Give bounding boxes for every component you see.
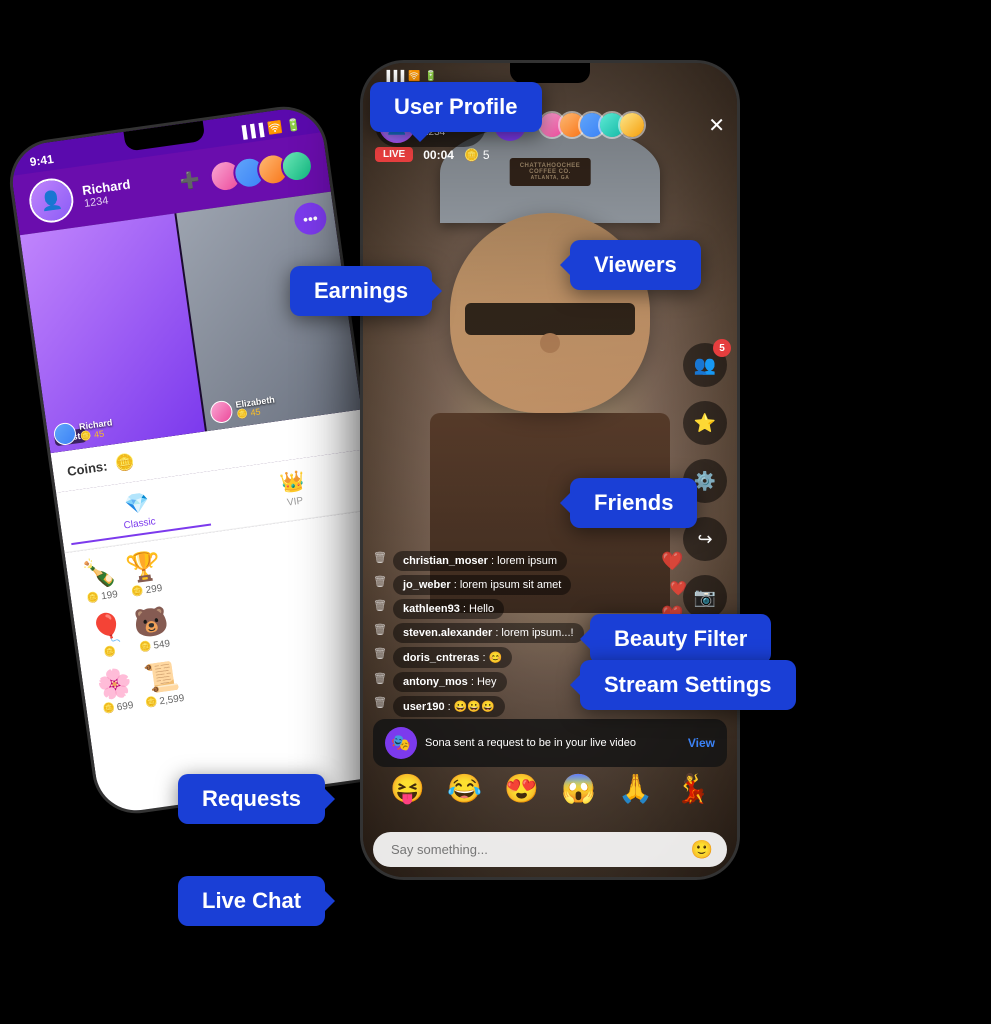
gift-price-flower: 🪙 699 bbox=[102, 700, 134, 715]
delete-icon: 🗑 bbox=[373, 575, 387, 588]
callout-earnings: Earnings bbox=[290, 266, 432, 316]
beauty-filter-button[interactable]: ⭐ bbox=[683, 401, 727, 445]
emoji-heart-eyes[interactable]: 😍 bbox=[504, 772, 539, 805]
request-text: Sona sent a request to be in your live v… bbox=[425, 737, 680, 749]
live-badge: LIVE bbox=[375, 147, 413, 162]
gift-price-bottle: 🪙 199 bbox=[86, 589, 118, 604]
gear-icon: ⚙️ bbox=[694, 471, 716, 492]
close-button[interactable]: ✕ bbox=[708, 113, 725, 138]
emoji-pray[interactable]: 🙏 bbox=[618, 772, 653, 805]
delete-icon: 🗑 bbox=[373, 623, 387, 636]
tab-classic-label: Classic bbox=[123, 516, 156, 531]
gift-item-flower[interactable]: 🌸 🪙 699 bbox=[95, 665, 136, 715]
delete-icon: 🗑 bbox=[373, 599, 387, 612]
coins-label: Coins: bbox=[66, 458, 108, 478]
emoji-dance[interactable]: 💃 bbox=[675, 772, 710, 805]
chat-input[interactable] bbox=[373, 832, 727, 867]
callout-stream-settings: Stream Settings bbox=[580, 660, 796, 710]
vip-icon: 👑 bbox=[278, 468, 306, 496]
chat-bubble: user190 : 😀😀😀 bbox=[393, 696, 505, 717]
classic-icon: 💎 bbox=[123, 490, 151, 518]
delete-icon: 🗑 bbox=[373, 672, 387, 685]
callout-user-profile: User Profile bbox=[370, 82, 542, 132]
request-bar: 🎭 Sona sent a request to be in your live… bbox=[373, 719, 727, 767]
back-stream-area: Host Richard 🪙 45 Elizabeth 🪙 45 bbox=[20, 192, 362, 454]
callout-requests: Requests bbox=[178, 774, 325, 824]
bottle-icon: 🍾 bbox=[80, 554, 119, 592]
callout-friends: Friends bbox=[570, 478, 697, 528]
callout-viewers: Viewers bbox=[570, 240, 701, 290]
share-icon: ↪ bbox=[697, 529, 712, 550]
flower-icon: 🌸 bbox=[95, 665, 134, 703]
gift-price-bear: 🪙 549 bbox=[138, 638, 170, 653]
chat-bubble: kathleen93 : Hello bbox=[393, 599, 504, 619]
phone-front: CHATTAHOOCHEECOFFEE CO.ATLANTA, GA ▐▐▐ 🛜… bbox=[360, 60, 740, 880]
chat-message: 🗑 jo_weber : lorem ipsum sit amet bbox=[373, 575, 677, 595]
coin-icon: 🪙 bbox=[114, 452, 137, 475]
request-avatar: 🎭 bbox=[385, 727, 417, 759]
coin-icon-live: 🪙 bbox=[464, 148, 479, 162]
friends-badge: 5 bbox=[713, 339, 731, 357]
stream-cell-host: Host Richard 🪙 45 bbox=[20, 214, 205, 454]
camera-button[interactable]: 📷 bbox=[683, 575, 727, 619]
front-viewer-avatars bbox=[538, 111, 646, 139]
trophy-icon: 🏆 bbox=[124, 548, 163, 586]
live-coins-count: 5 bbox=[483, 148, 490, 162]
gift-item-balloon[interactable]: 🎈 🪙 bbox=[87, 610, 128, 660]
chat-bubble: christian_moser : lorem ipsum bbox=[393, 551, 567, 571]
bear-icon: 🐻 bbox=[132, 603, 171, 641]
phone-back: 9:41 ▐▐▐ 🛜 🔋 👤 Richard 1234 ➕ Host bbox=[4, 101, 416, 819]
scroll-icon: 📜 bbox=[142, 659, 181, 697]
gift-item-bear[interactable]: 🐻 🪙 549 bbox=[132, 603, 173, 653]
tab-vip-label: VIP bbox=[286, 495, 303, 508]
balloon-icon: 🎈 bbox=[87, 610, 126, 648]
input-bar: 🙂 bbox=[373, 832, 727, 867]
back-user-avatar: 👤 bbox=[27, 176, 77, 226]
friends-icon: 👥 bbox=[694, 355, 716, 376]
view-request-button[interactable]: View bbox=[688, 736, 715, 750]
back-time: 9:41 bbox=[29, 152, 55, 169]
gift-item-scroll[interactable]: 📜 🪙 2,599 bbox=[140, 658, 186, 709]
gift-item-trophy[interactable]: 🏆 🪙 299 bbox=[124, 548, 165, 598]
friends-button[interactable]: 👥 5 bbox=[683, 343, 727, 387]
delete-icon: 🗑 bbox=[373, 551, 387, 564]
front-status-icons: ▐▐▐ 🛜 🔋 bbox=[383, 71, 437, 82]
emoji-button[interactable]: 🙂 bbox=[691, 839, 713, 860]
chat-bubble: doris_cntreras : 😊 bbox=[393, 647, 512, 668]
callout-beauty-filter: Beauty Filter bbox=[590, 614, 771, 664]
callout-live-chat: Live Chat bbox=[178, 876, 325, 926]
delete-icon: 🗑 bbox=[373, 647, 387, 660]
chat-bubble: jo_weber : lorem ipsum sit amet bbox=[393, 575, 571, 595]
gift-item-bottle[interactable]: 🍾 🪙 199 bbox=[80, 554, 121, 604]
chat-bubble: antony_mos : Hey bbox=[393, 672, 507, 692]
live-coins: 🪙 5 bbox=[464, 148, 490, 162]
camera-icon: 📷 bbox=[694, 587, 716, 608]
live-info-row: LIVE 00:04 🪙 5 bbox=[375, 147, 490, 162]
chat-message: 🗑 christian_moser : lorem ipsum bbox=[373, 551, 677, 571]
emoji-scared[interactable]: 😱 bbox=[561, 772, 596, 805]
gift-price-trophy: 🪙 299 bbox=[131, 583, 163, 598]
emoji-bar: 😝 😂 😍 😱 🙏 💃 bbox=[363, 764, 737, 813]
back-user-info: Richard 1234 bbox=[81, 176, 133, 209]
emoji-laugh[interactable]: 😂 bbox=[447, 772, 482, 805]
delete-icon: 🗑 bbox=[373, 696, 387, 709]
add-friend-button[interactable]: ➕ bbox=[179, 170, 202, 193]
chat-bubble: steven.alexander : lorem ipsum...! bbox=[393, 623, 584, 643]
emoji-tongue[interactable]: 😝 bbox=[390, 772, 425, 805]
star-icon: ⭐ bbox=[694, 413, 716, 434]
back-viewer-avatars bbox=[208, 148, 315, 194]
gift-price-balloon: 🪙 bbox=[103, 646, 117, 659]
